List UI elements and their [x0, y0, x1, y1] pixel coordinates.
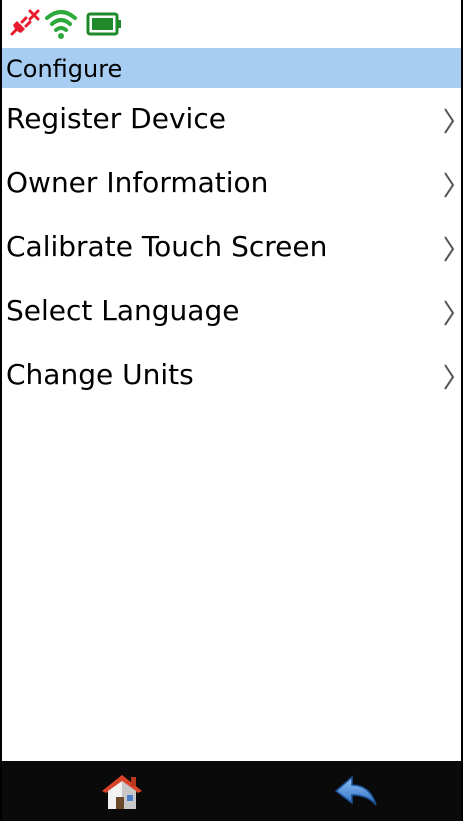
menu-item-label: Register Device	[6, 102, 226, 135]
menu-item-change-units[interactable]: Change Units	[2, 344, 461, 408]
menu-item-label: Calibrate Touch Screen	[6, 230, 328, 263]
menu-item-label: Change Units	[6, 358, 194, 391]
menu-item-label: Select Language	[6, 294, 240, 327]
chevron-right-icon	[444, 108, 455, 134]
chevron-right-icon	[444, 236, 455, 262]
menu-item-register-device[interactable]: Register Device	[2, 88, 461, 152]
menu-item-label: Owner Information	[6, 166, 269, 199]
bluetooth-disconnected-icon	[10, 9, 40, 36]
chevron-right-icon	[444, 364, 455, 390]
bottom-nav-bar	[2, 761, 461, 821]
device-screen: Configure Register Device Owner Informat…	[0, 0, 463, 821]
chevron-right-icon	[444, 172, 455, 198]
back-arrow-icon[interactable]	[332, 771, 380, 813]
chevron-right-icon	[444, 300, 455, 326]
wifi-icon	[45, 10, 77, 39]
battery-icon	[86, 12, 121, 36]
title-bar: Configure	[2, 48, 461, 88]
page-title: Configure	[6, 55, 123, 83]
menu-item-calibrate-touch-screen[interactable]: Calibrate Touch Screen	[2, 216, 461, 280]
home-icon[interactable]	[98, 771, 146, 813]
menu-item-owner-information[interactable]: Owner Information	[2, 152, 461, 216]
status-bar	[2, 0, 461, 48]
menu-item-select-language[interactable]: Select Language	[2, 280, 461, 344]
menu-list: Register Device Owner Information Calibr…	[2, 88, 461, 758]
